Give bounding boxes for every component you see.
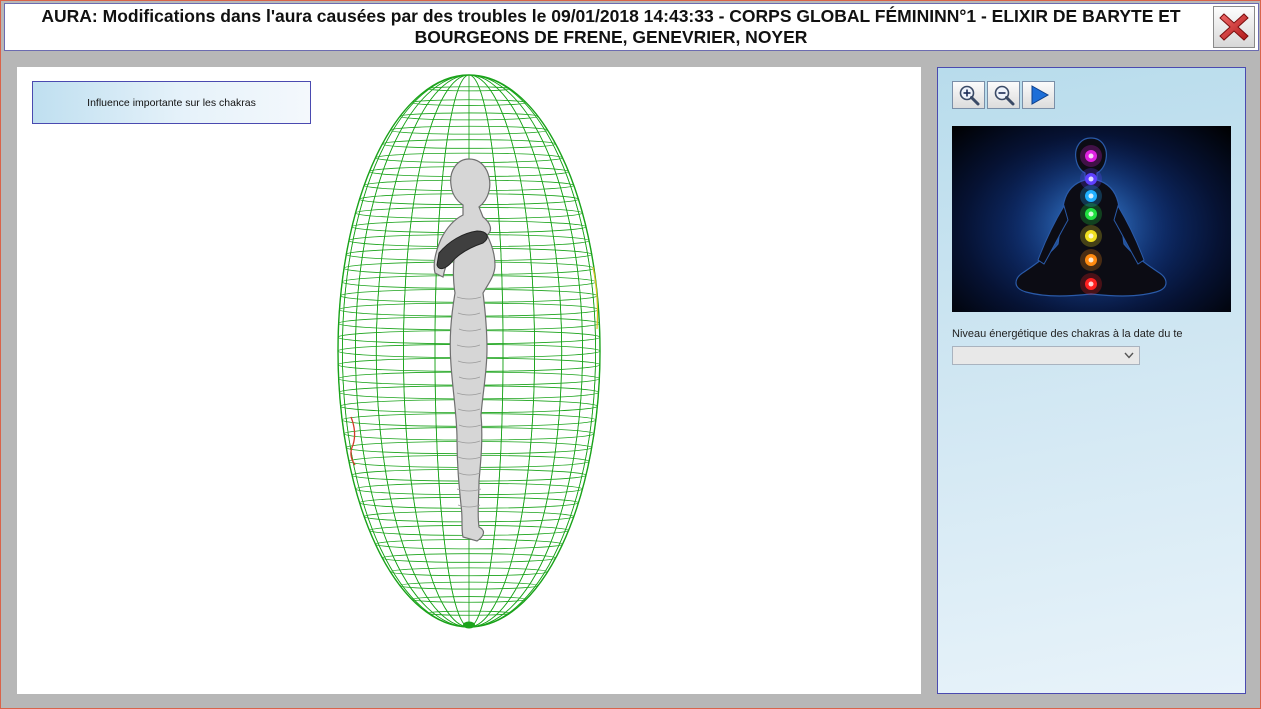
meditating-figure-icon bbox=[996, 131, 1186, 312]
aura-3d-view[interactable] bbox=[17, 67, 921, 694]
play-icon bbox=[1031, 85, 1049, 105]
chakra-level-label: Niveau énergétique des chakras à la date… bbox=[952, 328, 1183, 340]
chakra-meditation-image bbox=[952, 126, 1231, 312]
close-button[interactable] bbox=[1213, 6, 1255, 48]
play-button[interactable] bbox=[1022, 81, 1055, 109]
zoom-out-button[interactable] bbox=[987, 81, 1020, 109]
close-x-icon bbox=[1219, 13, 1249, 41]
aura-canvas[interactable]: Influence importante sur les chakras bbox=[17, 67, 921, 694]
influence-info-box: Influence importante sur les chakras bbox=[32, 81, 311, 124]
chevron-down-icon bbox=[1124, 352, 1134, 359]
window-title: AURA: Modifications dans l'aura causées … bbox=[41, 6, 1181, 47]
chakra-level-select[interactable] bbox=[952, 346, 1140, 365]
view-toolbar bbox=[952, 81, 1055, 109]
zoom-out-icon bbox=[994, 85, 1014, 106]
aura-window: AURA: Modifications dans l'aura causées … bbox=[0, 0, 1261, 709]
zoom-in-icon bbox=[959, 85, 979, 106]
title-bar: AURA: Modifications dans l'aura causées … bbox=[4, 3, 1259, 51]
influence-info-label: Influence importante sur les chakras bbox=[87, 96, 256, 109]
side-panel: Niveau énergétique des chakras à la date… bbox=[937, 67, 1246, 694]
zoom-in-button[interactable] bbox=[952, 81, 985, 109]
